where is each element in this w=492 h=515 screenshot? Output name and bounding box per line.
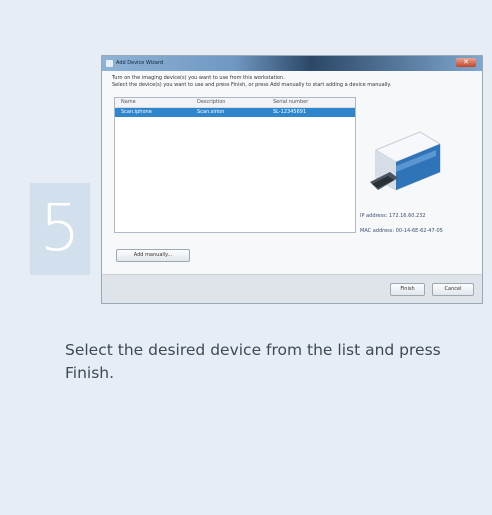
- column-header-name[interactable]: Name: [121, 99, 136, 106]
- ip-address-label: IP address: 172.16.60.232: [360, 213, 426, 219]
- instruction-line-1: Turn on the imaging device(s) you want t…: [112, 75, 285, 81]
- app-icon: [106, 60, 113, 67]
- column-header-description[interactable]: Description: [197, 99, 225, 106]
- column-header-serial[interactable]: Serial number: [273, 99, 308, 106]
- dialog-footer: [102, 274, 482, 303]
- close-button[interactable]: ✕: [456, 58, 476, 67]
- device-name: Scan.iphone: [121, 109, 152, 115]
- finish-button[interactable]: Finish: [390, 283, 425, 296]
- cancel-button[interactable]: Cancel: [432, 283, 474, 296]
- list-header: Name Description Serial number: [115, 98, 355, 108]
- dialog-title: Add Device Wizard: [116, 60, 164, 66]
- dialog-titlebar: Add Device Wizard ✕: [102, 56, 482, 71]
- step-number: 5: [39, 192, 81, 266]
- add-manually-button[interactable]: Add manually...: [116, 249, 190, 262]
- mac-address-label: MAC address: 00-14-6E-62-47-05: [360, 228, 443, 234]
- step-number-box: 5: [30, 183, 90, 275]
- device-list[interactable]: Name Description Serial number Scan.ipho…: [114, 97, 356, 233]
- device-serial: SL-12345691: [273, 109, 307, 115]
- dialog-screenshot: Add Device Wizard ✕ Turn on the imaging …: [101, 55, 483, 304]
- device-description: Scan.sirion: [197, 109, 225, 115]
- printer-icon: [370, 131, 441, 191]
- device-row-selected[interactable]: Scan.iphone Scan.sirion SL-12345691: [115, 108, 355, 117]
- step-caption: Select the desired device from the list …: [65, 341, 441, 382]
- page: { "step": { "number": "5" }, "dialog": {…: [0, 0, 492, 515]
- instruction-line-2: Select the device(s) you want to use and…: [112, 82, 392, 88]
